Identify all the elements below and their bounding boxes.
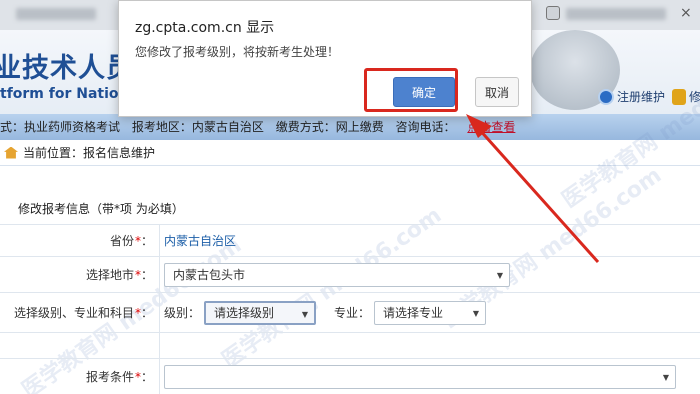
red-arrow-annotation <box>466 114 600 264</box>
arrow-head <box>466 114 492 138</box>
arrow-shaft <box>476 126 600 264</box>
